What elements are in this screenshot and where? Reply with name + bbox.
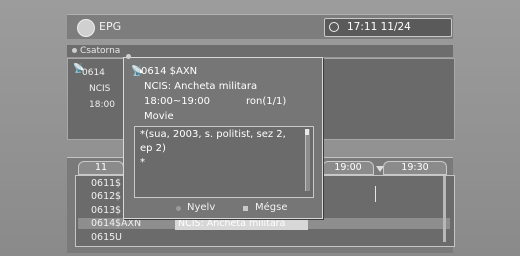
description-scrollbar[interactable] — [305, 129, 310, 191]
channel-strip — [67, 45, 453, 57]
clock-time: 17:11 11/24 — [347, 21, 411, 33]
page-title: EPG — [99, 20, 122, 33]
preview-program: NCIS — [89, 84, 111, 94]
description-scroll-thumb[interactable] — [305, 129, 309, 135]
channel-name: $AXN — [115, 218, 142, 229]
selected-program-cell[interactable]: NCIS: Ancheta militara — [175, 218, 308, 230]
popup-program-title: NCIS: Ancheta militara — [144, 81, 258, 92]
channel-number: 0611 — [91, 178, 116, 189]
channel-number: 0613 — [91, 205, 116, 216]
timeline-slot-1900[interactable]: 19:00 — [322, 161, 374, 175]
timeline-date-chip: 11 — [78, 161, 124, 175]
preview-time: 18:00 — [89, 100, 115, 110]
popup-genre: Movie — [144, 111, 174, 122]
popup-time-range: 18:00~19:00 — [144, 96, 211, 107]
cancel-button[interactable]: Mégse — [255, 202, 288, 213]
language-button[interactable]: Nyelv — [187, 202, 215, 213]
bullet-icon — [126, 54, 131, 59]
program-description: *(sua, 2003, s. politist, sez 2, ep 2) * — [140, 129, 286, 168]
popup-channel: 0614 $AXN — [141, 66, 198, 77]
channel-name: $ — [115, 191, 122, 202]
timeline-slot-1930[interactable]: 19:30 — [383, 161, 447, 175]
yellow-key-icon — [176, 206, 181, 211]
channel-name: $ — [115, 178, 122, 189]
channel-number: 0615 — [91, 232, 116, 243]
channel-name: U — [115, 232, 122, 243]
bullet-icon — [72, 48, 77, 53]
epg-logo-icon — [77, 19, 95, 37]
channel-number: 0612 — [91, 191, 116, 202]
channel-label: Csatorna — [80, 46, 121, 56]
clock-icon — [329, 22, 339, 32]
epg-screen: EPG 17:11 11/24 Csatorna 📡 0614 NCIS 18:… — [0, 0, 520, 256]
channel-name: $ — [115, 205, 122, 216]
popup-audio-language: ron(1/1) — [246, 96, 287, 107]
list-scrollbar[interactable] — [443, 176, 446, 242]
time-cursor-line — [375, 186, 376, 202]
channel-number: 0614 — [91, 218, 116, 229]
blue-key-icon — [243, 206, 248, 211]
preview-channel-number: 0614 — [82, 68, 105, 78]
video-preview-panel — [322, 58, 455, 140]
channel-row[interactable]: 0615 U — [78, 232, 450, 243]
